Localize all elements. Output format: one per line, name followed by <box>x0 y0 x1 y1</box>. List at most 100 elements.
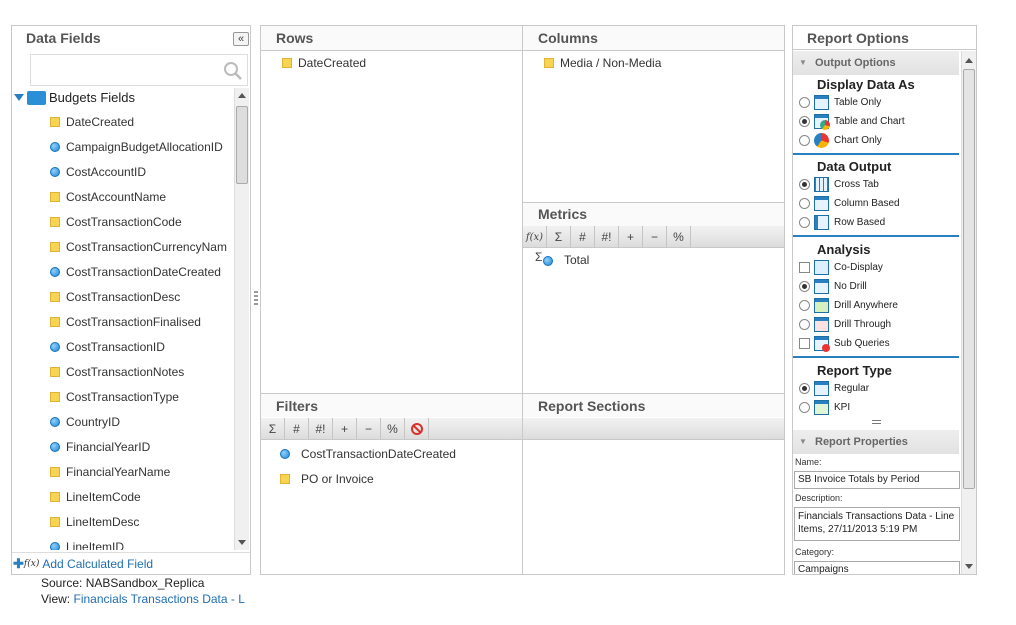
field-item-label: CostTransactionType <box>66 390 179 404</box>
dimension-icon <box>50 392 60 402</box>
percent-button[interactable]: % <box>381 418 405 440</box>
add-button[interactable]: + <box>619 226 643 248</box>
field-item[interactable]: CampaignBudgetAllocationID <box>50 140 223 154</box>
radio[interactable] <box>799 402 810 413</box>
subtract-button[interactable]: − <box>357 418 381 440</box>
report-description-input[interactable]: Financials Transactions Data - Line Item… <box>794 507 960 541</box>
add-button[interactable]: + <box>333 418 357 440</box>
distinct-count-button[interactable]: #! <box>595 226 619 248</box>
radio[interactable] <box>799 300 810 311</box>
function-button[interactable]: f(x) <box>523 226 547 248</box>
radio-selected[interactable] <box>799 179 810 190</box>
report-name-input[interactable]: SB Invoice Totals by Period <box>794 471 960 489</box>
radio-selected[interactable] <box>799 281 810 292</box>
radio-selected[interactable] <box>799 116 810 127</box>
output-options-header[interactable]: ▼ Output Options <box>793 51 959 75</box>
distinct-count-button[interactable]: #! <box>309 418 333 440</box>
search-icon[interactable] <box>223 61 243 81</box>
scroll-down-arrow-icon[interactable] <box>965 564 973 569</box>
option-row-based[interactable]: Row Based <box>799 215 885 230</box>
field-item[interactable]: FinancialYearID <box>50 440 150 454</box>
splitter-handle[interactable] <box>254 291 258 307</box>
radio[interactable] <box>799 319 810 330</box>
sigma-icon: Σ <box>268 422 277 436</box>
field-item[interactable]: CountryID <box>50 415 120 429</box>
checkbox[interactable] <box>799 338 810 349</box>
field-item[interactable]: CostTransactionID <box>50 340 165 354</box>
report-properties-header[interactable]: ▼ Report Properties <box>793 430 959 454</box>
option-table-and-chart[interactable]: Table and Chart <box>799 114 905 130</box>
columns-item-label: Media / Non-Media <box>560 56 662 70</box>
radio-selected[interactable] <box>799 383 810 394</box>
option-table-only[interactable]: Table Only <box>799 95 881 110</box>
radio[interactable] <box>799 135 810 146</box>
option-regular[interactable]: Regular <box>799 381 869 396</box>
resize-grip-icon[interactable] <box>872 420 881 424</box>
field-item[interactable]: CostTransactionDesc <box>50 290 180 304</box>
checkbox[interactable] <box>799 262 810 273</box>
radio[interactable] <box>799 198 810 209</box>
remove-filter-button[interactable] <box>405 418 429 440</box>
columns-item[interactable]: Media / Non-Media <box>544 56 661 70</box>
hash-bang-icon: #! <box>315 422 326 436</box>
field-item[interactable]: DateCreated <box>50 115 134 129</box>
scroll-thumb[interactable] <box>963 69 975 489</box>
option-no-drill[interactable]: No Drill <box>799 279 867 294</box>
field-item[interactable]: CostAccountName <box>50 190 166 204</box>
sum-button[interactable]: Σ <box>261 418 285 440</box>
option-column-based[interactable]: Column Based <box>799 196 900 211</box>
count-button[interactable]: # <box>285 418 309 440</box>
collapse-panel-button[interactable]: « <box>233 32 249 46</box>
expand-triangle-icon[interactable] <box>14 94 24 101</box>
options-scrollbar[interactable] <box>961 51 976 574</box>
field-item[interactable]: CostTransactionNotes <box>50 365 184 379</box>
field-item-label: CostAccountName <box>66 190 167 204</box>
scroll-up-arrow-icon[interactable] <box>965 58 973 63</box>
report-category-select[interactable]: Campaigns <box>794 561 960 574</box>
field-search-input[interactable] <box>33 57 213 83</box>
filters-title: Filters <box>276 398 319 414</box>
sum-metric-icon: Σ <box>535 250 555 267</box>
scroll-up-arrow-icon[interactable] <box>238 93 246 98</box>
scroll-thumb[interactable] <box>236 106 248 184</box>
option-drill-anywhere[interactable]: Drill Anywhere <box>799 298 898 313</box>
field-item[interactable]: LineItemDesc <box>50 515 139 529</box>
scroll-down-arrow-icon[interactable] <box>238 540 246 545</box>
filters-item[interactable]: PO or Invoice <box>280 472 374 486</box>
option-co-display[interactable]: Co-Display <box>799 260 883 275</box>
option-label: Drill Through <box>834 319 892 330</box>
option-cross-tab[interactable]: Cross Tab <box>799 177 879 192</box>
field-item[interactable]: CostTransactionDateCreated <box>50 265 221 279</box>
cross-tab-icon <box>814 177 829 192</box>
metrics-item[interactable]: Σ Total <box>535 250 589 267</box>
option-drill-through[interactable]: Drill Through <box>799 317 891 332</box>
percent-button[interactable]: % <box>667 226 691 248</box>
option-sub-queries[interactable]: Sub Queries <box>799 336 890 352</box>
filters-item[interactable]: CostTransactionDateCreated <box>280 447 456 461</box>
tree-root-row[interactable]: Budgets Fields <box>14 90 135 105</box>
count-button[interactable]: # <box>571 226 595 248</box>
rows-item[interactable]: DateCreated <box>282 56 366 70</box>
field-item[interactable]: LineItemCode <box>50 490 141 504</box>
option-chart-only[interactable]: Chart Only <box>799 133 882 148</box>
field-item[interactable]: LineItemID <box>50 540 124 550</box>
option-kpi[interactable]: KPI <box>799 400 850 415</box>
filters-item-label: CostTransactionDateCreated <box>301 447 456 461</box>
field-item[interactable]: CostTransactionCode <box>50 215 182 229</box>
metric-icon <box>50 267 60 277</box>
field-item[interactable]: CostAccountID <box>50 165 146 179</box>
row-icon <box>814 215 829 230</box>
field-item[interactable]: CostTransactionCurrencyNam <box>50 240 227 254</box>
radio[interactable] <box>799 97 810 108</box>
view-link[interactable]: Financials Transactions Data - L <box>73 592 244 606</box>
radio[interactable] <box>799 217 810 228</box>
field-item[interactable]: CostTransactionFinalised <box>50 315 201 329</box>
dimension-icon <box>50 217 60 227</box>
add-calculated-field[interactable]: ✚ f(x) Add Calculated Field <box>12 552 250 574</box>
field-item[interactable]: FinancialYearName <box>50 465 170 479</box>
field-item[interactable]: CostTransactionType <box>50 390 179 404</box>
sum-button[interactable]: Σ <box>547 226 571 248</box>
report-name-value: SB Invoice Totals by Period <box>798 474 920 485</box>
subtract-button[interactable]: − <box>643 226 667 248</box>
field-list-scrollbar[interactable] <box>234 88 249 550</box>
